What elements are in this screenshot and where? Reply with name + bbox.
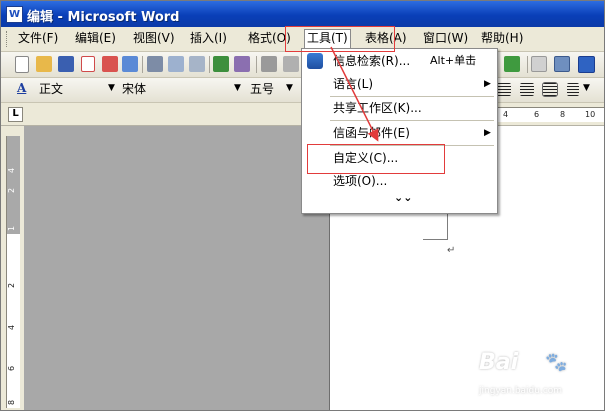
paw-icon: 🐾 bbox=[545, 352, 568, 373]
watermark-brand: Bai bbox=[479, 350, 519, 375]
baidu-watermark: Bai 🐾 jingyan.baidu.com bbox=[471, 346, 601, 406]
word-window: W 编辑 - Microsoft Word 文件(F) 编辑(E) 视图(V) … bbox=[0, 0, 605, 411]
watermark-url: jingyan.baidu.com bbox=[479, 386, 563, 396]
